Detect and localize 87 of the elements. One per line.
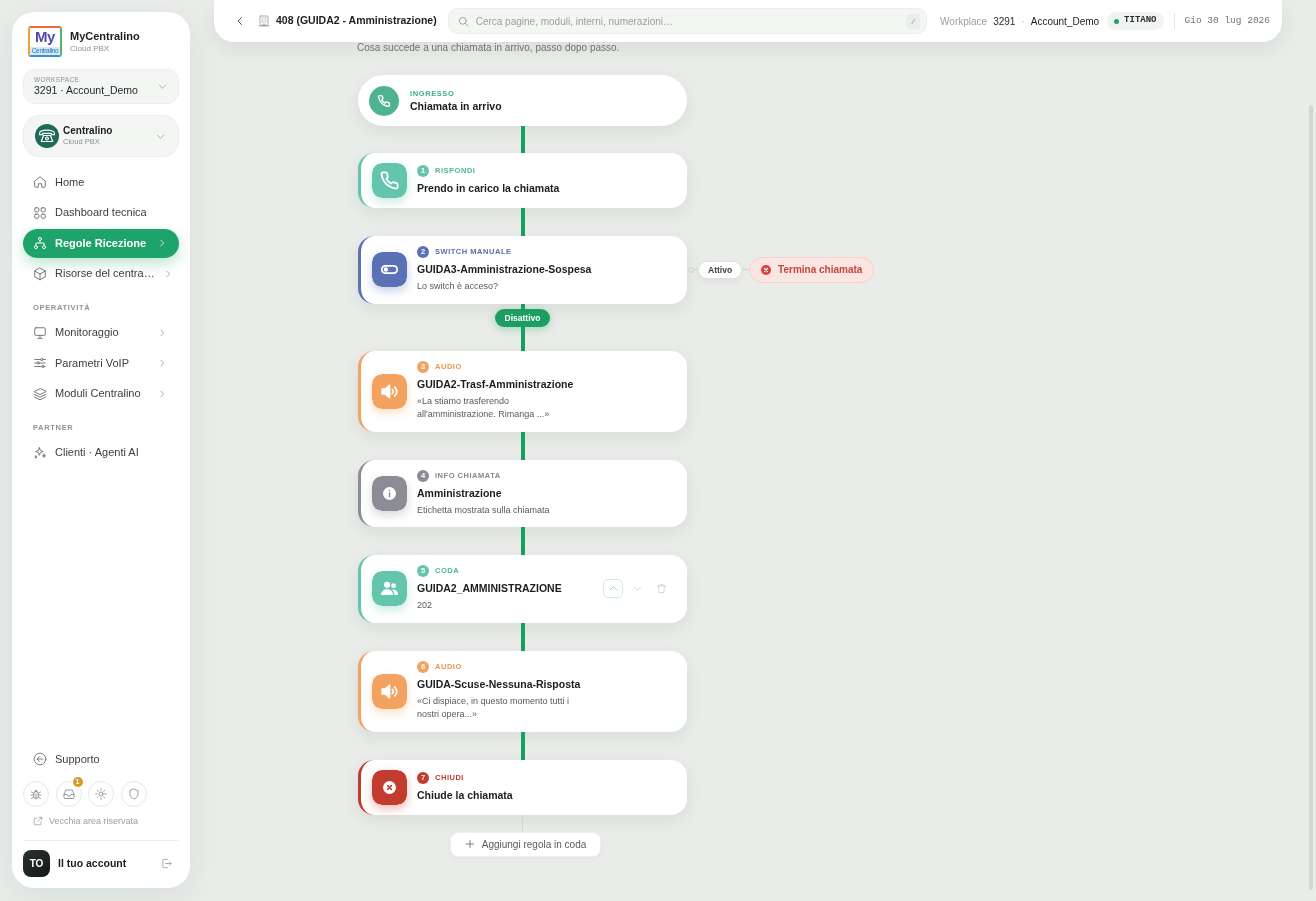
phone-icon: [372, 163, 407, 198]
workspace-name: 3291 · Account_Demo: [34, 84, 139, 97]
flow-connector: [520, 326, 525, 351]
workspace-name: Account_Demo: [1030, 14, 1100, 29]
port-icon: [688, 266, 694, 273]
page-subtitle: Cosa succede a una chiamata in arrivo, passo dopo passo.: [357, 42, 621, 53]
step-description: «La stiamo trasferendo all'amministrazione. Rimanga ...»: [417, 394, 551, 421]
nav-item[interactable]: Monitoraggio: [23, 318, 179, 347]
account-name: Il tuo account: [58, 855, 128, 871]
speaker-icon: [372, 673, 407, 709]
step-description: Lo switch è acceso?: [417, 280, 500, 293]
chevron-down-icon: [157, 81, 168, 92]
search-input[interactable]: Cerca pagine, moduli, interni, numerazioni…: [475, 13, 900, 29]
app-name: MyCentralino: [70, 29, 140, 43]
building-icon: [258, 15, 270, 27]
arrow-circle-icon: [33, 752, 47, 766]
security-button[interactable]: [120, 781, 147, 807]
app-subtitle: Cloud PBX: [70, 42, 111, 54]
nav-item[interactable]: Dashboard tecnica: [23, 198, 179, 227]
home-icon: [33, 175, 47, 189]
logout-icon: [161, 858, 172, 869]
nodes-icon: [33, 236, 47, 250]
logo-text: My: [35, 29, 55, 45]
step-description: Etichetta mostrata sulla chiamata: [417, 503, 550, 517]
shortcut-key: /: [906, 13, 921, 29]
sliders-icon: [33, 356, 47, 370]
plan-name: TITANO: [1124, 14, 1157, 28]
sun-icon: [95, 788, 107, 800]
nav-item[interactable]: Home: [23, 167, 179, 197]
flow-connector: [520, 622, 525, 651]
cube-icon: [33, 266, 47, 281]
inbox-icon: [62, 788, 75, 800]
theme-button[interactable]: [88, 781, 114, 807]
account-avatar: TO: [23, 850, 50, 877]
step-title: Amministrazione: [417, 485, 503, 501]
step-title: GUIDA2_AMMINISTRAZIONE: [417, 581, 562, 596]
flow-connector: [520, 126, 525, 153]
info-icon: [372, 475, 407, 511]
service-name: Centralino: [63, 125, 114, 137]
nav-item[interactable]: Clienti · Agenti AI: [23, 438, 179, 467]
step-title: GUIDA2-Trasf-Amministrazione: [417, 376, 575, 392]
flow-connector: [520, 527, 525, 555]
bug-report-button[interactable]: [23, 781, 49, 807]
page-title: 408 (GUIDA2 - Amministrazione): [276, 13, 437, 29]
step-description: «Ci dispiace, in questo momento tutti i nostri opera...»: [417, 694, 571, 721]
plus-icon: [464, 839, 475, 849]
search-icon: [457, 15, 469, 27]
status-dot-icon: [1114, 18, 1120, 24]
monitor-icon: [33, 325, 47, 340]
flow-connector: [520, 431, 525, 460]
nav-item[interactable]: Risorse del centra…: [23, 259, 179, 288]
step-title: Chiamata in arrivo: [410, 98, 502, 114]
logout-button[interactable]: [161, 858, 172, 869]
step-title: Prendo in carico la chiamata: [417, 181, 560, 196]
close-circle-icon: [372, 769, 407, 805]
grid-icon: [33, 205, 47, 220]
layers-icon: [33, 386, 47, 401]
add-rule-button[interactable]: Aggiungi regola in coda: [449, 831, 602, 857]
support-link[interactable]: Supporto: [23, 744, 179, 774]
people-icon: [372, 571, 407, 607]
phone-icon: [369, 85, 399, 116]
bug-icon: [30, 788, 42, 800]
step-title: GUIDA-Scuse-Nessuna-Risposta: [417, 676, 582, 692]
flow-connector: [520, 731, 525, 760]
step-description: 202: [417, 599, 434, 612]
separator: ·: [1021, 14, 1025, 29]
end-call-chip[interactable]: Termina chiamata: [749, 256, 875, 283]
nav-item[interactable]: Moduli Centralino: [23, 379, 179, 408]
trash-icon: [655, 583, 667, 595]
sparkle-icon: [33, 445, 47, 460]
nav-item[interactable]: Parametri VoIP: [23, 348, 179, 378]
flow-connector: [520, 303, 525, 309]
workspace-caption: Workplace: [940, 14, 988, 29]
branch-label: Disattivo: [494, 308, 551, 327]
step-title: GUIDA3-Amministrazione-Sospesa: [417, 262, 592, 277]
flow-connector: [520, 208, 525, 236]
telephone-icon: [35, 124, 59, 148]
workspace-id: 3291: [993, 14, 1016, 29]
step-title: Chiude la chiamata: [417, 787, 513, 803]
shield-icon: [127, 788, 140, 800]
toggle-icon: [372, 252, 407, 288]
current-date: Gio 30 lug 2026: [1184, 13, 1270, 28]
close-circle-icon: [761, 264, 772, 275]
external-link-icon: [33, 816, 43, 826]
branch-label: Attivo: [698, 260, 743, 279]
speaker-icon: [372, 373, 407, 409]
move-up-button[interactable]: [603, 579, 623, 599]
